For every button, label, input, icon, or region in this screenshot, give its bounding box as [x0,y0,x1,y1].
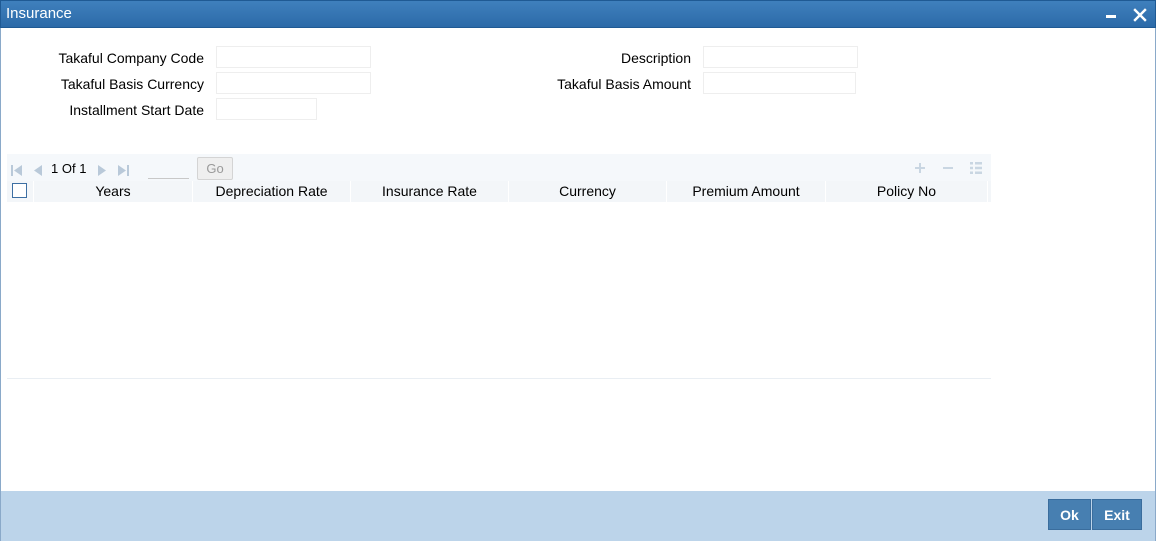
select-all-column [7,181,34,202]
pager-total: 1 [79,161,87,176]
takaful-basis-amount-input[interactable] [704,73,855,93]
go-button[interactable]: Go [197,157,233,180]
pager-of: Of [61,161,76,176]
takaful-basis-amount-field[interactable] [703,72,856,94]
column-header-currency[interactable]: Currency [509,181,667,202]
installment-start-date-field[interactable] [216,98,317,120]
add-row-icon[interactable] [913,161,927,175]
pager-text: 1 Of 1 [51,161,86,176]
ok-button[interactable]: Ok [1048,499,1091,530]
column-header-depreciation-rate[interactable]: Depreciation Rate [193,181,351,202]
select-all-checkbox[interactable] [12,183,27,198]
single-view-icon[interactable] [969,161,983,175]
delete-row-icon[interactable] [941,161,955,175]
takaful-basis-currency-field[interactable] [216,72,371,94]
column-header-premium-amount[interactable]: Premium Amount [667,181,826,202]
installment-start-date-input[interactable] [217,99,316,119]
insurance-grid: 1 Of 1 Go Years Depreciation Rate Insura… [7,154,991,379]
takaful-company-code-label: Takaful Company Code [58,50,204,66]
description-label: Description [620,50,691,66]
description-field[interactable] [703,46,858,68]
description-input[interactable] [704,47,857,67]
grid-header: Years Depreciation Rate Insurance Rate C… [7,181,991,202]
previous-page-icon[interactable] [32,163,44,176]
pager-current: 1 [51,161,59,176]
installment-start-date-label: Installment Start Date [69,102,204,118]
window-title: Insurance [6,5,72,22]
page-number-input[interactable] [148,162,189,179]
takaful-company-code-field[interactable] [216,46,371,68]
column-header-years[interactable]: Years [34,181,193,202]
footer-bar: Ok Exit [1,491,1155,541]
takaful-basis-amount-label: Takaful Basis Amount [557,76,691,92]
minimize-icon[interactable] [1103,7,1119,23]
next-page-icon[interactable] [96,163,108,176]
close-icon[interactable] [1132,7,1148,23]
takaful-basis-currency-label: Takaful Basis Currency [60,76,204,92]
takaful-company-code-input[interactable] [217,47,370,67]
column-header-policy-no[interactable]: Policy No [826,181,988,202]
takaful-basis-currency-input[interactable] [217,73,370,93]
column-header-insurance-rate[interactable]: Insurance Rate [351,181,509,202]
first-page-icon[interactable] [11,163,23,176]
last-page-icon[interactable] [117,163,129,176]
title-bar: Insurance [0,0,1156,28]
exit-button[interactable]: Exit [1092,499,1142,530]
grid-toolbar: 1 Of 1 Go [7,154,991,181]
